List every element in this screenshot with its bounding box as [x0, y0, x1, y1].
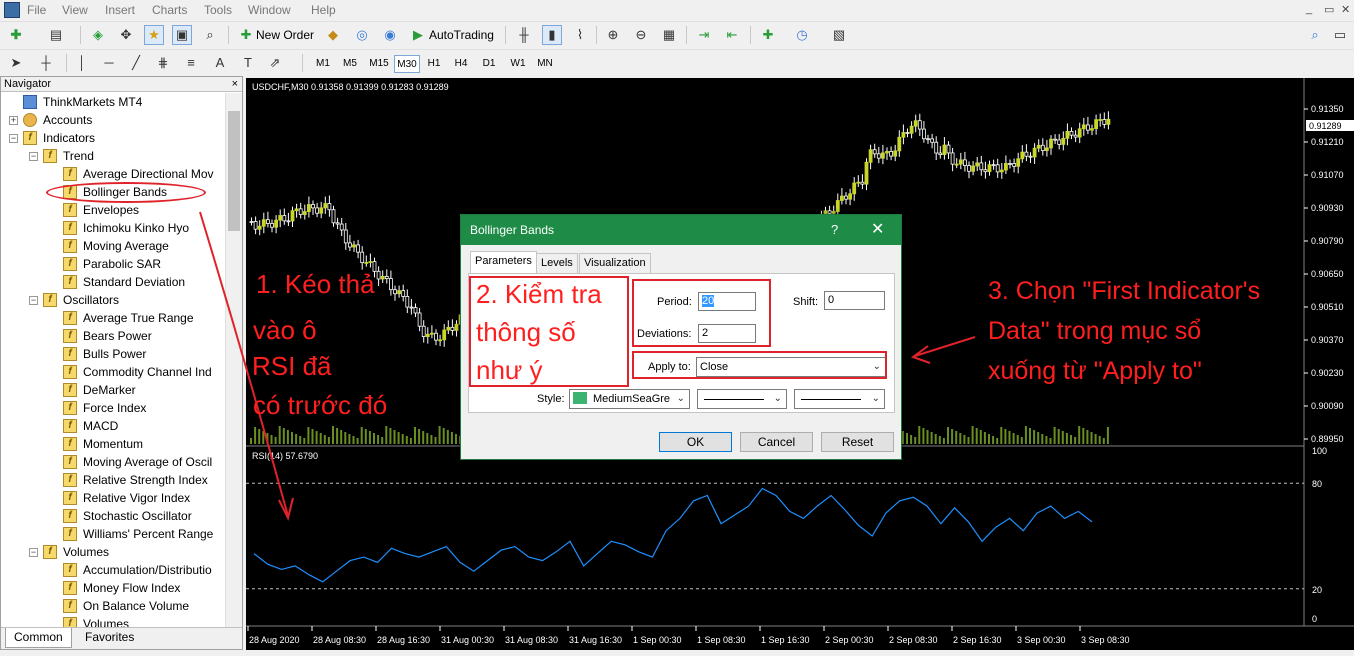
annotation-step2-line3: như ý — [476, 355, 543, 385]
annotation-step3-line3: xuống từ "Apply to" — [988, 357, 1202, 385]
annotation-step2-line2: thông số — [476, 317, 576, 347]
annotation-step2-line1: 2. Kiểm tra — [476, 279, 602, 309]
annotation-step3-line2: Data" trong mục sổ — [988, 317, 1202, 345]
arrow-apply-path — [914, 336, 976, 357]
annotation-step3-line1: 3. Chọn "First Indicator's — [988, 277, 1261, 305]
annotation-step1-line1: 1. Kéo thả — [256, 269, 375, 299]
annotation-step1-line2: vào ô — [253, 315, 317, 345]
annotation-step1-line3: RSI đã — [252, 351, 332, 381]
annotation-step1-line4: có trước đó — [253, 390, 388, 420]
